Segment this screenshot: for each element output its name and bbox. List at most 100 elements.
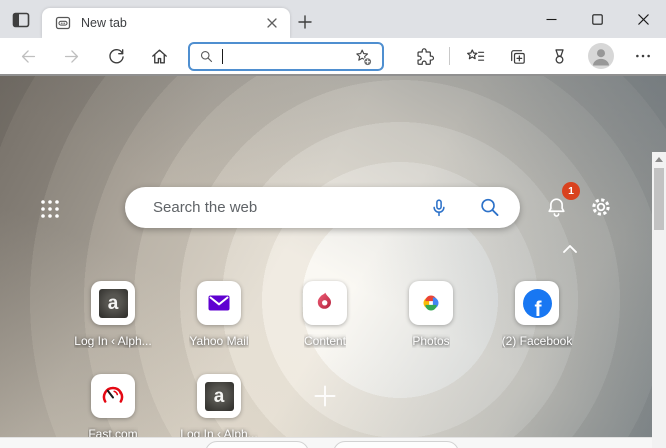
collapse-top-sites-button[interactable] [562,241,584,257]
tab-actions-icon [10,9,32,31]
voice-search-button[interactable] [422,191,456,225]
plus-icon [298,15,324,29]
tile-label: (2) Facebook [501,334,573,348]
facebook-logo: f [522,288,552,318]
tile-login-alpha-2[interactable]: a Log In ‹ Alph... [166,374,272,441]
alpha-logo: a [204,381,234,411]
plus-icon [312,383,338,409]
add-shortcut-tile[interactable] [272,374,378,441]
collections-button[interactable] [502,41,532,71]
home-button[interactable] [144,41,174,71]
refresh-icon [107,47,126,66]
tile-icon-box [197,281,241,325]
back-arrow-icon [19,47,38,66]
title-bar: New tab [0,0,666,38]
alpha-logo: a [98,288,128,318]
apps-grid-icon [38,197,64,221]
add-favorite-button[interactable] [350,45,376,69]
puzzle-piece-icon [414,46,435,67]
top-sites-row-2: Fast.com a Log In ‹ Alph... [60,374,378,441]
tile-content[interactable]: Content [272,281,378,348]
medal-icon [549,46,570,67]
tile-label: Yahoo Mail [189,334,249,348]
favorites-button[interactable] [460,41,490,71]
feed-tab-pill[interactable] [333,441,459,448]
search-submit-button[interactable] [472,191,506,225]
add-shortcut-box [303,374,347,418]
magnifier-icon [478,196,501,219]
tile-icon-box [409,281,453,325]
top-sites-row-1: a Log In ‹ Alph... Yahoo Mail Content Ph… [60,281,590,348]
page-scrollbar[interactable] [652,152,666,448]
star-plus-icon [353,47,373,67]
tile-fast-com[interactable]: Fast.com [60,374,166,441]
home-icon [150,47,169,66]
window-controls [528,0,666,38]
notification-badge: 1 [562,182,580,200]
active-tab[interactable]: New tab [42,8,290,38]
text-caret [222,49,223,64]
address-bar[interactable] [188,42,384,71]
address-input[interactable] [222,49,350,64]
settings-gear-icon [588,194,618,220]
tile-label: Log In ‹ Alph... [74,334,152,348]
forward-button[interactable] [56,41,86,71]
google-photos-pinwheel-icon [416,288,446,318]
news-feed-strip [0,437,666,448]
flame-logo-icon [311,289,339,317]
minimize-icon [546,14,557,25]
apps-launcher-button[interactable] [38,196,64,222]
speedometer-logo-icon [99,382,127,410]
tile-facebook[interactable]: f (2) Facebook [484,281,590,348]
tile-icon-box [303,281,347,325]
web-search-box[interactable]: Search the web [125,187,520,228]
page-settings-button[interactable] [588,192,618,222]
tile-label: Photos [412,334,450,348]
profile-button[interactable] [586,41,616,71]
new-tab-page-background: Search the web 1 a Log In ‹ Alph... Yaho… [0,76,666,448]
tile-yahoo-mail[interactable]: Yahoo Mail [166,281,272,348]
tile-icon-box: a [197,374,241,418]
close-icon [637,13,649,25]
close-window-button[interactable] [620,0,666,38]
close-tab-button[interactable] [262,13,282,33]
notifications-button[interactable]: 1 [544,182,580,224]
navigation-toolbar [0,38,666,76]
toolbar-divider [449,47,450,65]
search-icon [199,49,214,64]
chevron-up-icon [562,244,584,254]
star-list-icon [465,46,486,67]
tile-photos[interactable]: Photos [378,281,484,348]
profile-avatar [588,43,614,69]
maximize-icon [591,13,603,25]
new-tab-favicon-icon [54,14,72,32]
scrollbar-up-button[interactable] [652,152,666,166]
collections-icon [507,46,528,67]
forward-arrow-icon [62,47,81,66]
tab-actions-menu-button[interactable] [10,9,32,31]
settings-menu-button[interactable] [628,41,658,71]
tile-icon-box: f [515,281,559,325]
search-placeholder: Search the web [153,199,258,216]
rewards-button[interactable] [544,41,574,71]
extensions-button[interactable] [409,41,439,71]
microphone-icon [428,197,450,219]
toolbar-actions [409,38,658,74]
more-dots-icon [634,47,652,65]
triangle-up-icon [655,156,663,162]
tile-icon-box [91,374,135,418]
back-button[interactable] [13,41,43,71]
tile-icon-box: a [91,281,135,325]
yahoo-mail-envelope-icon [205,289,233,317]
minimize-button[interactable] [528,0,574,38]
browser-window: New tab Search the web 1 a Log In ‹ Alph… [0,0,666,448]
maximize-button[interactable] [574,0,620,38]
feed-tab-pill[interactable] [205,441,309,448]
tile-label: Content [303,334,347,348]
close-icon [267,18,277,28]
tile-login-alpha[interactable]: a Log In ‹ Alph... [60,281,166,348]
refresh-button[interactable] [101,41,131,71]
scrollbar-thumb[interactable] [654,168,664,230]
new-tab-button[interactable] [298,11,324,33]
tab-title: New tab [81,16,127,30]
